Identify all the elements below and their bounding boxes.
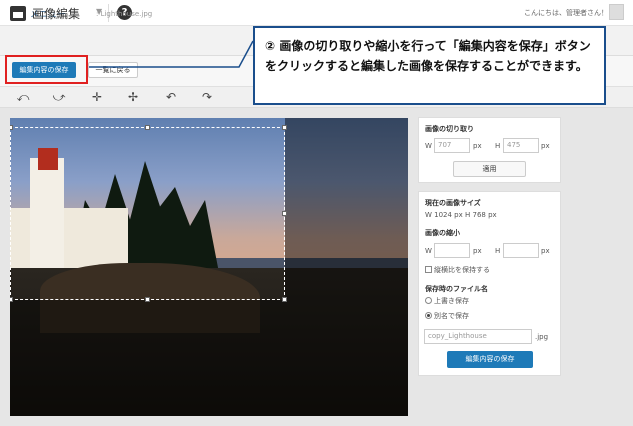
highlight-box <box>5 55 88 84</box>
crop-w-label: W <box>425 142 432 150</box>
filename-title: 保存時のファイル名 <box>425 285 488 293</box>
crop-mask-right <box>285 118 408 416</box>
keep-ratio-checkbox[interactable] <box>425 266 432 273</box>
instruction-callout: ② 画像の切り取りや縮小を行って「編集内容を保存」ボタンをクリックすると編集した… <box>253 26 606 105</box>
crop-handle[interactable] <box>145 297 150 302</box>
crop-h-label: H <box>495 142 501 150</box>
crop-height-input[interactable]: 475 <box>503 138 539 153</box>
rotate-left-icon[interactable]: ⤺ <box>8 86 38 108</box>
image-editor-icon <box>10 6 26 21</box>
crop-handle[interactable] <box>282 125 287 130</box>
resize-w-label: W <box>425 247 432 255</box>
callout-text: ② 画像の切り取りや縮小を行って「編集内容を保存」ボタンをクリックすると編集した… <box>265 39 591 73</box>
current-size-value: W 1024 px H 768 px <box>425 211 497 219</box>
filename-input[interactable]: copy_Lighthouse <box>424 329 532 344</box>
image-canvas[interactable] <box>10 118 408 416</box>
save-as-label: 別名で保存 <box>434 312 469 320</box>
current-size-title: 現在の画像サイズ <box>425 199 481 207</box>
crop-handle[interactable] <box>282 211 287 216</box>
resize-title: 画像の縮小 <box>425 229 460 237</box>
avatar[interactable] <box>609 4 624 20</box>
crop-w-unit: px <box>473 142 482 150</box>
crop-handle[interactable] <box>282 297 287 302</box>
crop-h-unit: px <box>541 142 550 150</box>
crop-handle[interactable] <box>10 297 13 302</box>
crop-selection[interactable] <box>10 127 285 300</box>
resize-h-unit: px <box>541 247 550 255</box>
callout-connector <box>89 40 254 68</box>
keep-ratio-label: 縦横比を保持する <box>434 266 490 274</box>
save-as-radio[interactable] <box>425 312 432 319</box>
rotate-right-icon[interactable]: ⤻ <box>44 86 74 108</box>
redo-icon[interactable]: ↷ <box>192 86 222 108</box>
file-name: : Lighthouse.jpg <box>96 10 153 18</box>
greeting-text: こんにちは、管理者さん！ <box>524 9 608 17</box>
file-extension: .jpg <box>535 333 549 341</box>
crop-apply-button[interactable]: 適用 <box>453 161 526 177</box>
resize-height-input[interactable] <box>503 243 539 258</box>
crop-mask-bottom <box>10 300 285 416</box>
resize-width-input[interactable] <box>434 243 470 258</box>
undo-icon[interactable]: ↶ <box>156 86 186 108</box>
flip-vertical-icon[interactable]: ✢ <box>118 86 148 108</box>
crop-handle[interactable] <box>10 125 13 130</box>
save-edits-button-panel[interactable]: 編集内容の保存 <box>447 351 533 368</box>
page-title: 画像編集 <box>32 7 81 21</box>
overwrite-label: 上書き保存 <box>434 297 469 305</box>
overwrite-radio[interactable] <box>425 297 432 304</box>
crop-handle[interactable] <box>145 125 150 130</box>
resize-h-label: H <box>495 247 501 255</box>
crop-width-input[interactable]: 707 <box>434 138 470 153</box>
flip-horizontal-icon[interactable]: ✛ <box>82 86 112 108</box>
crop-title: 画像の切り取り <box>425 125 474 133</box>
resize-w-unit: px <box>473 247 482 255</box>
